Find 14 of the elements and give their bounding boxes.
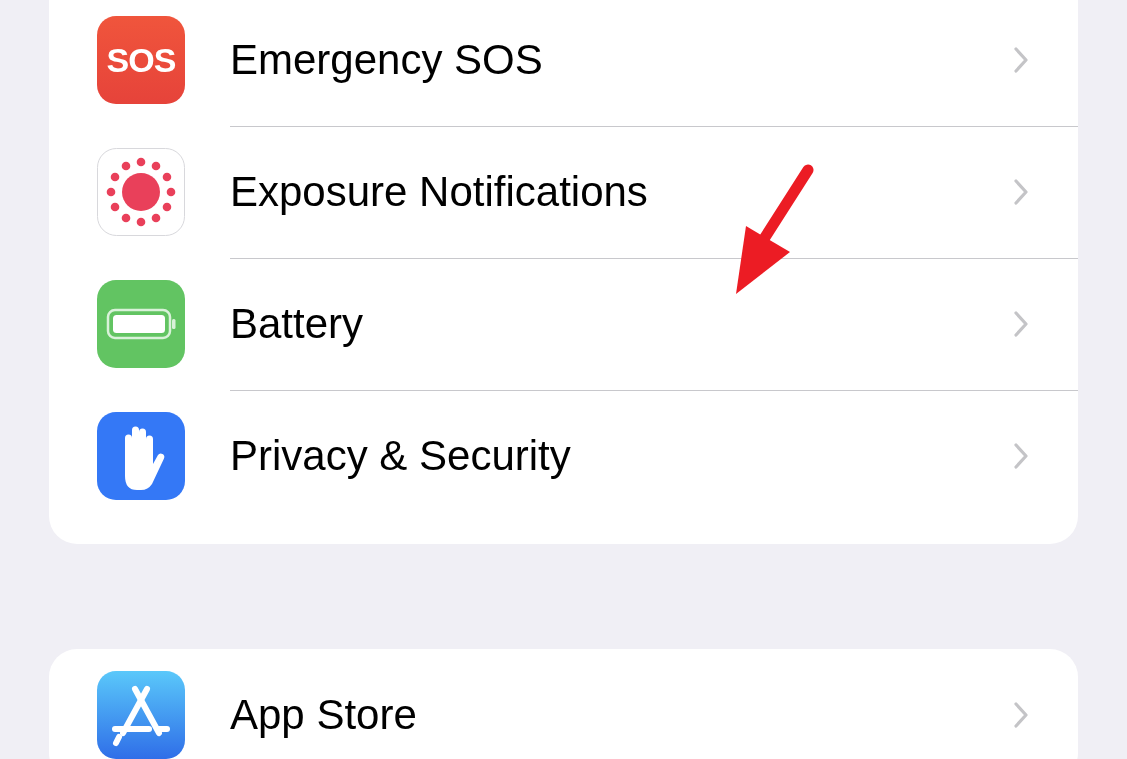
chevron-icon bbox=[1014, 178, 1028, 205]
row-label[interactable]: Battery bbox=[230, 299, 364, 348]
chevron-icon bbox=[1014, 310, 1028, 337]
chevron-icon bbox=[1014, 443, 1028, 469]
row-label[interactable]: Emergency SOS bbox=[230, 35, 543, 84]
row-label[interactable]: Exposure Notifications bbox=[230, 167, 648, 216]
row-label[interactable]: Privacy & Security bbox=[230, 432, 571, 480]
row-label[interactable]: App Store bbox=[230, 691, 417, 739]
chevron-icon bbox=[1014, 702, 1028, 728]
chevron-icon bbox=[1014, 46, 1028, 73]
sos-icon: SOS bbox=[97, 16, 185, 104]
hand-icon bbox=[97, 412, 185, 500]
battery-icon bbox=[97, 280, 185, 368]
exposure-icon bbox=[97, 148, 185, 236]
